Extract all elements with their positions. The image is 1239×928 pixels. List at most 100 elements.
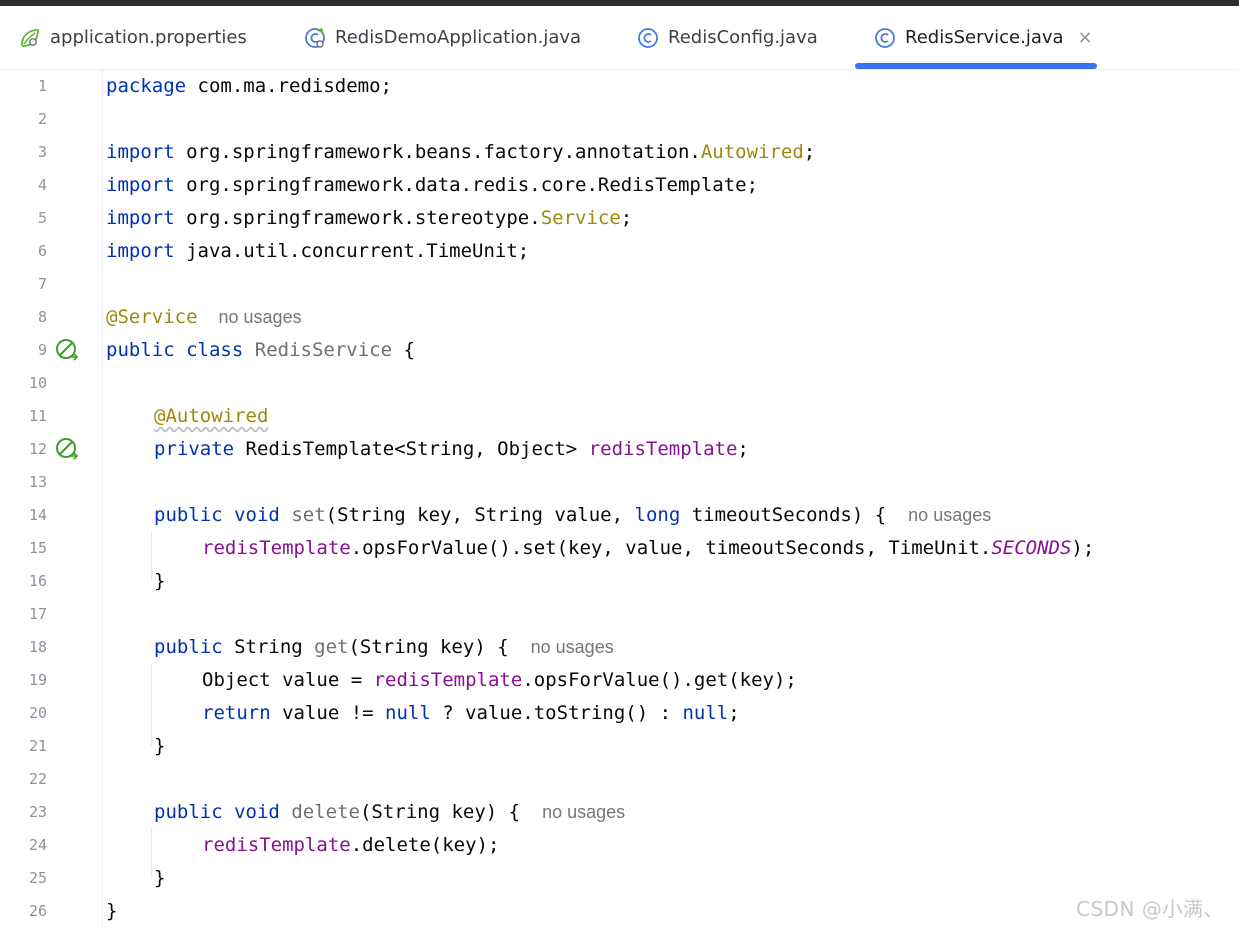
usages-hint[interactable]: no usages xyxy=(908,505,991,525)
code-text: org.springframework.stereotype. xyxy=(174,207,541,229)
code-text: value != xyxy=(270,702,386,724)
keyword: null xyxy=(682,702,729,724)
code-line-11: 11 @Autowired xyxy=(0,400,1239,433)
code-line-19: 19 Object value = redisTemplate.opsForVa… xyxy=(0,664,1239,697)
code-line-3: 3 import org.springframework.beans.facto… xyxy=(0,136,1239,169)
editor-tab-bar: application.properties RedisDemoApplicat… xyxy=(0,6,1239,70)
line-number: 17 xyxy=(28,605,47,623)
keyword: import xyxy=(106,141,175,163)
code-line-21: 21 } xyxy=(0,730,1239,763)
keyword: import xyxy=(106,174,175,196)
code-line-14: 14 public void set(String key, String va… xyxy=(0,499,1239,532)
line-number: 7 xyxy=(37,275,47,293)
code-text: timeoutSeconds) { xyxy=(680,504,887,526)
class-name: RedisService xyxy=(254,339,393,361)
line-number: 12 xyxy=(28,440,47,458)
close-icon[interactable]: × xyxy=(1078,27,1093,48)
keyword: package xyxy=(106,75,187,97)
line-number: 20 xyxy=(28,704,47,722)
constant: SECONDS xyxy=(991,537,1072,559)
code-line-9: 9 public class RedisService { xyxy=(0,334,1239,367)
code-text: ); xyxy=(1071,537,1095,559)
annotation: @Service xyxy=(106,306,198,328)
method-name: delete xyxy=(291,801,360,823)
code-text: (String key, String value, xyxy=(325,504,635,526)
code-text: ; xyxy=(803,141,816,163)
tab-label: application.properties xyxy=(50,27,247,48)
spring-properties-icon xyxy=(18,26,42,50)
line-number: 13 xyxy=(28,473,47,491)
spring-boot-class-icon xyxy=(303,26,327,50)
keyword: public xyxy=(154,504,223,526)
line-number: 26 xyxy=(28,902,47,920)
code-text: } xyxy=(154,867,166,889)
code-text: (String key) { xyxy=(359,801,521,823)
code-text: ; xyxy=(620,207,633,229)
keyword: void xyxy=(234,801,280,823)
code-line-18: 18 public String get(String key) { no usa… xyxy=(0,631,1239,664)
code-line-23: 23 public void delete(String key) {no us… xyxy=(0,796,1239,829)
class-icon xyxy=(636,26,660,50)
method-name: get xyxy=(314,636,349,658)
code-text: String xyxy=(222,636,315,658)
active-tab-indicator xyxy=(855,63,1097,69)
class-icon xyxy=(873,26,897,50)
code-text: } xyxy=(154,735,166,757)
annotation-type: Autowired xyxy=(700,141,804,163)
line-number: 25 xyxy=(28,869,47,887)
code-text: } xyxy=(154,570,166,592)
code-line-12: 12 private RedisTemplate<String, Object>… xyxy=(0,433,1239,466)
code-line-25: 25 } xyxy=(0,862,1239,895)
line-number: 18 xyxy=(28,638,47,656)
code-text: (String key) { xyxy=(348,636,509,658)
usages-hint[interactable]: no usages xyxy=(531,637,614,657)
code-line-26: 26 } xyxy=(0,895,1239,928)
code-text: com.ma.redisdemo; xyxy=(186,75,392,97)
code-text: ? value.toString() : xyxy=(430,702,683,724)
line-number: 2 xyxy=(37,110,47,128)
tab-application-properties[interactable]: application.properties xyxy=(18,6,247,69)
code-text: java.util.concurrent.TimeUnit; xyxy=(174,240,530,262)
code-line-22: 22 xyxy=(0,763,1239,796)
code-text: RedisTemplate<String, Object> xyxy=(234,438,589,460)
usages-hint[interactable]: no usages xyxy=(219,307,302,327)
tab-redis-demo-application[interactable]: RedisDemoApplication.java xyxy=(303,6,581,69)
usages-hint[interactable]: no usages xyxy=(542,802,625,822)
method-name: set xyxy=(291,504,326,526)
line-number: 16 xyxy=(28,572,47,590)
line-number: 14 xyxy=(28,506,47,524)
code-line-20: 20 return value != null ? value.toString… xyxy=(0,697,1239,730)
spring-autowired-icon[interactable] xyxy=(54,436,80,462)
line-number: 3 xyxy=(37,143,47,161)
line-number: 5 xyxy=(37,209,47,227)
tab-label: RedisService.java xyxy=(905,27,1064,48)
tab-redis-config[interactable]: RedisConfig.java xyxy=(636,6,818,69)
keyword: public xyxy=(154,636,223,658)
tab-redis-service[interactable]: RedisService.java × xyxy=(873,6,1093,69)
code-line-1: 1 package com.ma.redisdemo; xyxy=(0,70,1239,103)
code-line-7: 7 xyxy=(0,268,1239,301)
line-number: 19 xyxy=(28,671,47,689)
code-line-15: 15 redisTemplate.opsForValue().set(key, … xyxy=(0,532,1239,565)
line-number: 15 xyxy=(28,539,47,557)
code-line-17: 17 xyxy=(0,598,1239,631)
code-text: ; xyxy=(728,702,740,724)
code-line-10: 10 xyxy=(0,367,1239,400)
line-number: 1 xyxy=(37,77,47,95)
line-number: 11 xyxy=(28,407,47,425)
keyword: import xyxy=(106,240,175,262)
watermark: CSDN @小满、 xyxy=(1076,897,1224,921)
line-number: 9 xyxy=(37,341,47,359)
code-line-2: 2 xyxy=(0,103,1239,136)
spring-bean-icon[interactable] xyxy=(54,337,80,363)
keyword: import xyxy=(106,207,175,229)
annotation: @Autowired xyxy=(154,405,269,427)
code-editor[interactable]: 1 package com.ma.redisdemo; 2 3 import o… xyxy=(0,70,1239,927)
code-line-13: 13 xyxy=(0,466,1239,499)
tab-label: RedisDemoApplication.java xyxy=(335,27,582,48)
line-number: 21 xyxy=(28,737,47,755)
code-line-5: 5 import org.springframework.stereotype.… xyxy=(0,202,1239,235)
code-text: } xyxy=(106,900,118,922)
code-text: .opsForValue().get(key); xyxy=(522,669,797,691)
keyword: return xyxy=(202,702,271,724)
